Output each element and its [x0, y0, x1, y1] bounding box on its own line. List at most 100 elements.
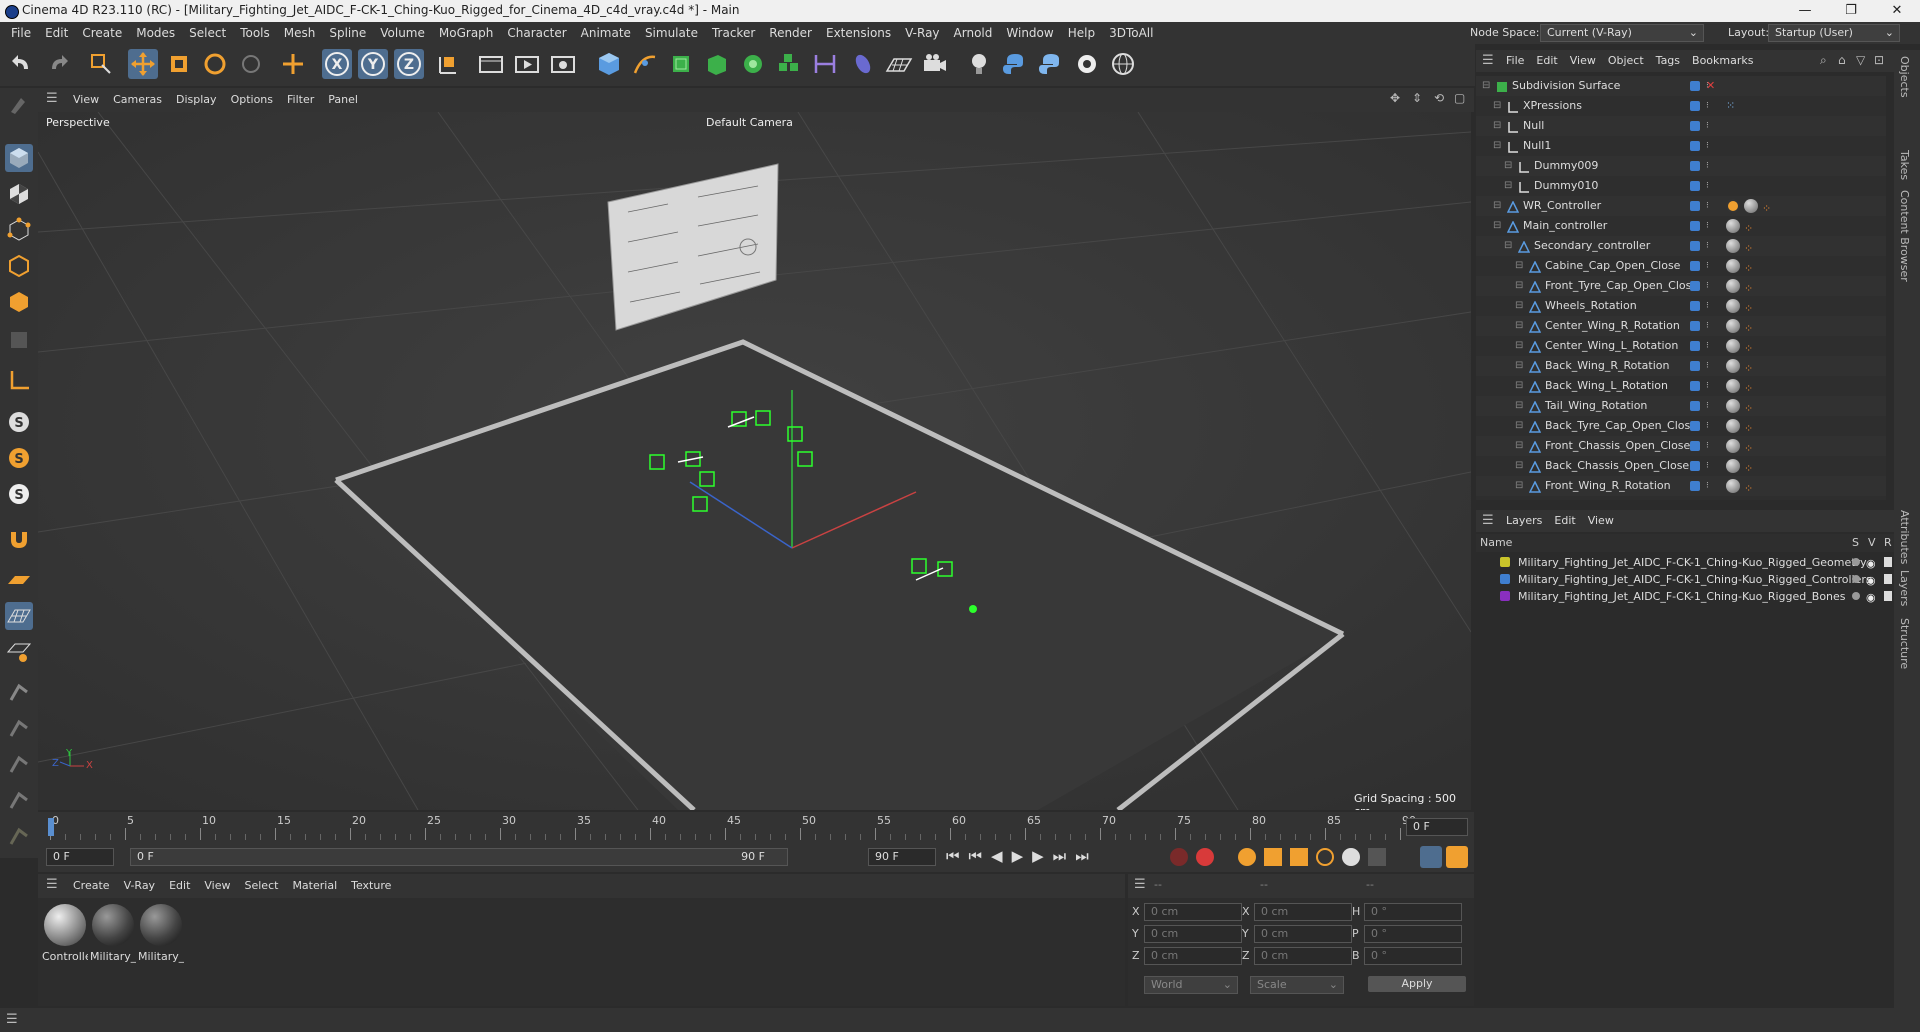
hamburger-icon[interactable]: ☰	[46, 877, 58, 892]
object-row[interactable]: ⊟ Front_Wing_R_Rotation ⁝ ⁘	[1476, 476, 1886, 496]
layer-color-icon[interactable]	[1690, 181, 1700, 191]
subdivision-surface-icon[interactable]	[666, 49, 696, 79]
visibility-dots-icon[interactable]: ⁝	[1706, 436, 1709, 456]
polygons-mode-icon[interactable]	[5, 288, 33, 316]
menu-simulate[interactable]: Simulate	[638, 22, 705, 44]
rotate-tool-icon[interactable]	[200, 49, 230, 79]
coord-c-field[interactable]: 0 °	[1364, 903, 1462, 921]
grid-icon[interactable]	[5, 602, 33, 630]
layout-dropdown[interactable]: Startup (User) ⌄	[1768, 24, 1900, 42]
material-menu-material[interactable]: Material	[285, 874, 344, 898]
layer-color-icon[interactable]	[1690, 421, 1700, 431]
uv-mode-icon[interactable]	[5, 326, 33, 354]
next-frame-icon[interactable]: ▶	[1032, 847, 1053, 865]
visibility-dots-icon[interactable]: ⁝	[1706, 376, 1709, 396]
axis-mode-icon[interactable]	[5, 366, 33, 394]
expand-toggle-icon[interactable]: ⊟	[1493, 196, 1501, 216]
visibility-dots-icon[interactable]: ⁝	[1706, 116, 1709, 136]
sculpt-tool-icon[interactable]	[5, 750, 33, 778]
python-icon[interactable]	[1000, 49, 1030, 79]
paint-brush-icon[interactable]	[5, 90, 33, 118]
side-tab-structure[interactable]: Structure	[1898, 618, 1911, 669]
side-tab-objects[interactable]: Objects	[1898, 56, 1911, 98]
layer-render-icon[interactable]	[1884, 591, 1892, 601]
visibility-dots-icon[interactable]: ⁝	[1706, 296, 1709, 316]
menu-v-ray[interactable]: V-Ray	[898, 22, 946, 44]
expand-toggle-icon[interactable]: ⊟	[1515, 416, 1523, 436]
weight-paint-icon[interactable]	[5, 678, 33, 706]
eye-icon[interactable]: ◉	[1866, 572, 1876, 589]
object-row[interactable]: ⊟ Back_Tyre_Cap_Open_Close ⁝ ⁘	[1476, 416, 1886, 436]
visibility-dots-icon[interactable]: ⁝	[1706, 256, 1709, 276]
expand-toggle-icon[interactable]: ⊟	[1493, 116, 1501, 136]
coord-c-field[interactable]: 0 °	[1364, 947, 1462, 965]
object-row[interactable]: ⊟ Back_Wing_R_Rotation ⁝ ⁘	[1476, 356, 1886, 376]
cube-icon[interactable]	[594, 49, 624, 79]
pen-spline-icon[interactable]	[630, 49, 660, 79]
layer-color-icon[interactable]	[1690, 301, 1700, 311]
snap-icon[interactable]: S	[5, 408, 33, 436]
play-icon[interactable]: ▶	[1012, 847, 1033, 865]
visibility-dots-icon[interactable]: ⁝	[1706, 136, 1709, 156]
layer-menu-edit[interactable]: Edit	[1548, 510, 1581, 532]
maximize-view-icon[interactable]: ▢	[1454, 91, 1465, 105]
filter-icon[interactable]: ▽	[1856, 53, 1865, 67]
viewport-menu-cameras[interactable]: Cameras	[106, 88, 169, 112]
layer-color-icon[interactable]	[1690, 281, 1700, 291]
keyframe-selection-icon[interactable]	[1238, 848, 1256, 866]
viewport-menu-options[interactable]: Options	[224, 88, 280, 112]
hamburger-icon[interactable]: ☰	[1134, 877, 1146, 892]
brush-tool-icon[interactable]	[5, 786, 33, 814]
material-tag-icon[interactable]	[1726, 399, 1740, 413]
move-tool-icon[interactable]	[128, 49, 158, 79]
transform-tool-icon[interactable]	[278, 49, 308, 79]
object-row[interactable]: ⊟ WR_Controller ⁝ ⁘	[1476, 196, 1886, 216]
extrude-icon[interactable]	[702, 49, 732, 79]
visibility-dots-icon[interactable]: ⁝	[1706, 156, 1709, 176]
key-parameter-icon[interactable]	[1342, 848, 1360, 866]
expand-toggle-icon[interactable]: ⊟	[1515, 476, 1523, 496]
scale-tool-icon[interactable]	[164, 49, 194, 79]
coord-a-field[interactable]: 0 cm	[1144, 925, 1242, 943]
material-swatch[interactable]: Military_	[90, 904, 136, 964]
zoom-view-icon[interactable]: ⇕	[1412, 91, 1422, 105]
object-row[interactable]: ⊟ Wheels_Rotation ⁝ ⁘	[1476, 296, 1886, 316]
object-row[interactable]: ⊟ Secondary_controller ⁝ ⁘	[1476, 236, 1886, 256]
playhead[interactable]	[48, 818, 54, 836]
side-tab-layers[interactable]: Layers	[1898, 570, 1911, 606]
constraint-tag-icon[interactable]: ⁘	[1744, 479, 1753, 499]
layer-color-swatch[interactable]	[1500, 591, 1510, 601]
layer-color-icon[interactable]	[1690, 101, 1700, 111]
material-tag-icon[interactable]	[1726, 419, 1740, 433]
layer-render-icon[interactable]	[1884, 574, 1892, 584]
layer-color-icon[interactable]	[1690, 241, 1700, 251]
menu-modes[interactable]: Modes	[129, 22, 182, 44]
layer-row[interactable]: Military_Fighting_Jet_AIDC_F-CK-1_Ching-…	[1476, 571, 1894, 588]
menu-help[interactable]: Help	[1061, 22, 1102, 44]
motion-system-icon[interactable]	[1420, 846, 1442, 868]
paint-tool-icon[interactable]	[5, 714, 33, 742]
layer-solo-icon[interactable]	[1852, 575, 1860, 583]
locked-workplane-icon[interactable]	[5, 638, 33, 666]
object-row[interactable]: ⊟ Null1 ⁝	[1476, 136, 1886, 156]
coord-a-field[interactable]: 0 cm	[1144, 947, 1242, 965]
layer-render-icon[interactable]	[1884, 557, 1892, 567]
menu-3dtoall[interactable]: 3DToAll	[1102, 22, 1160, 44]
material-menu-create[interactable]: Create	[66, 874, 117, 898]
menu-character[interactable]: Character	[500, 22, 573, 44]
side-tab-takes[interactable]: Takes	[1898, 150, 1911, 180]
object-row[interactable]: ⊟ Front_Tyre_Cap_Open_Close ⁝ ⁘	[1476, 276, 1886, 296]
globe-icon[interactable]	[1108, 49, 1138, 79]
object-row[interactable]: ⊟ XPressions ⁝ ⁙	[1476, 96, 1886, 116]
visibility-dots-icon[interactable]: ⁝	[1706, 336, 1709, 356]
search-icon[interactable]: ⌕	[1820, 53, 1827, 68]
layer-color-icon[interactable]	[1690, 361, 1700, 371]
material-menu-texture[interactable]: Texture	[344, 874, 398, 898]
coord-a-field[interactable]: 0 cm	[1144, 903, 1242, 921]
material-tag-icon[interactable]	[1726, 219, 1740, 233]
layer-color-swatch[interactable]	[1500, 574, 1510, 584]
y-axis-lock-icon[interactable]: Y	[358, 49, 388, 79]
menu-spline[interactable]: Spline	[322, 22, 373, 44]
expand-toggle-icon[interactable]: ⊟	[1515, 396, 1523, 416]
object-row[interactable]: ⊟ Subdivision Surface ⁝ ✕	[1476, 76, 1886, 96]
